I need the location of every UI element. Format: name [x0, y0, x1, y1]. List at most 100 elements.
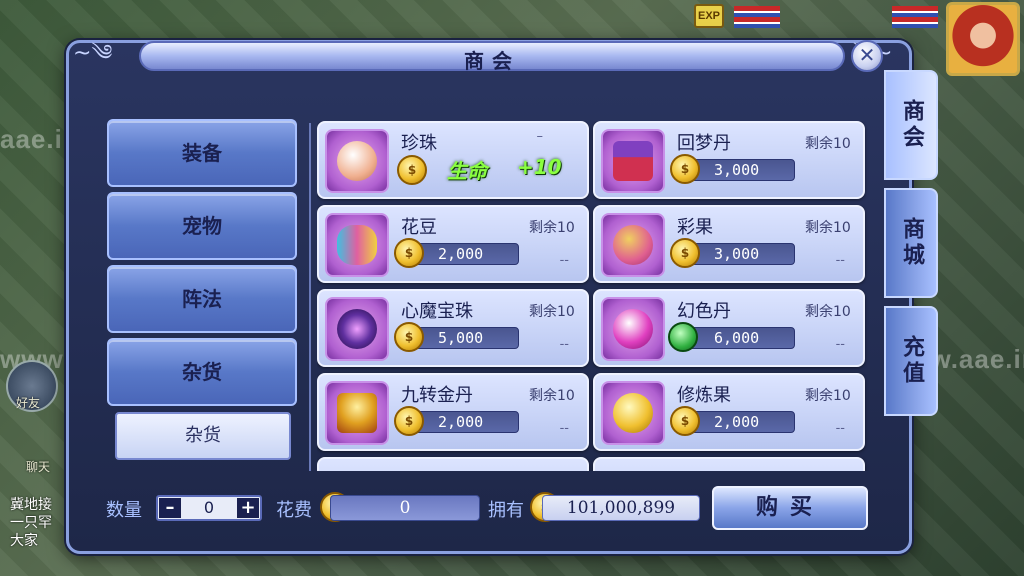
price-bar: $ 2,000	[670, 406, 795, 436]
chat-line: 冀地接	[10, 497, 52, 513]
fruit-icon	[601, 213, 665, 277]
coin-icon: $	[394, 238, 424, 268]
category-formation[interactable]: 阵法	[107, 265, 297, 333]
owned-display: 101,000,899	[542, 495, 700, 521]
item-price: 2,000	[714, 413, 760, 431]
category-equipment[interactable]: 装备	[107, 119, 297, 187]
item-card[interactable]: 心魔宝珠 剩余10 -- $ 5,000	[317, 289, 589, 367]
close-button[interactable]: ✕	[851, 40, 883, 72]
item-remain: 剩余10	[529, 220, 575, 236]
item-card[interactable]: 珍珠 – $ 生命 +10	[317, 121, 589, 199]
divider	[309, 123, 311, 471]
category-pet[interactable]: 宠物	[107, 192, 297, 260]
pink-orb-icon	[601, 297, 665, 361]
panel-title: 商会	[464, 49, 520, 73]
item-dash: --	[835, 421, 845, 436]
coin-icon: $	[670, 154, 700, 184]
buff-label: 生命	[447, 159, 487, 183]
item-remain: 剩余10	[529, 304, 575, 320]
quantity-minus-button[interactable]: –	[159, 498, 181, 518]
item-card[interactable]: 彩果 剩余10 -- $ 3,000	[593, 205, 865, 283]
cost-label: 花费	[276, 500, 312, 521]
coin-icon: $	[394, 322, 424, 352]
item-name: 幻色丹	[677, 301, 731, 322]
quantity-stepper: – 0 +	[156, 495, 262, 521]
pearl-icon	[325, 129, 389, 193]
coin-icon: $	[397, 155, 427, 185]
chat-line: 大家	[10, 533, 38, 549]
subcategory-misc[interactable]: 杂货	[115, 412, 291, 460]
item-price: 2,000	[438, 245, 484, 263]
item-name: 彩果	[677, 217, 713, 238]
item-dash: --	[559, 337, 569, 352]
price-bar: $ 3,000	[670, 154, 795, 184]
item-grid: 珍珠 – $ 生命 +10 回梦丹 剩余10 $ 3,000 花豆 剩余10 -…	[317, 121, 869, 471]
item-remain: 剩余10	[805, 388, 851, 404]
bean-icon	[325, 213, 389, 277]
item-card[interactable]: 回梦丹 剩余10 $ 3,000	[593, 121, 865, 199]
swirl-ornament-icon: ~༄	[73, 41, 113, 66]
tab-chamber-of-commerce[interactable]: 商会	[884, 70, 938, 180]
golden-pill-icon	[325, 381, 389, 445]
item-price: 3,000	[714, 161, 760, 179]
chat-panel[interactable]: 冀地接 一只罕 大家	[0, 470, 64, 576]
item-price: 2,000	[438, 413, 484, 431]
item-dash: --	[559, 421, 569, 436]
friend-label: 好友	[16, 396, 41, 410]
item-remain: 剩余10	[529, 388, 575, 404]
status-flag-icon	[892, 6, 938, 28]
tab-mall[interactable]: 商城	[884, 188, 938, 298]
player-avatar[interactable]	[946, 2, 1020, 76]
tab-recharge[interactable]: 充值	[884, 306, 938, 416]
quantity-label: 数量	[106, 500, 142, 521]
owned-label: 拥有	[488, 500, 524, 521]
jade-currency-icon	[668, 322, 698, 352]
cost-display: 0	[330, 495, 480, 521]
price-bar: $ 2,000	[394, 238, 519, 268]
quantity-plus-button[interactable]: +	[237, 498, 259, 518]
category-list: 装备 宠物 阵法 杂货 杂货	[107, 119, 297, 460]
item-remain: –	[536, 129, 544, 144]
item-name: 回梦丹	[677, 133, 731, 154]
item-dash: --	[835, 253, 845, 268]
owned-value: 101,000,899	[566, 498, 676, 518]
item-price: 6,000	[714, 329, 760, 347]
item-remain: 剩余10	[805, 220, 851, 236]
dark-orb-icon	[325, 297, 389, 361]
coin-icon: $	[670, 238, 700, 268]
exp-icon: EXP	[694, 4, 724, 28]
buy-button[interactable]: 购买	[712, 486, 868, 530]
price-bar: $ 3,000	[670, 238, 795, 268]
item-name: 心魔宝珠	[401, 301, 473, 322]
item-remain: 剩余10	[805, 304, 851, 320]
item-dash: --	[559, 253, 569, 268]
item-name: 花豆	[401, 217, 437, 238]
item-price: 5,000	[438, 329, 484, 347]
item-card[interactable]: 九转金丹 剩余10 -- $ 2,000	[317, 373, 589, 451]
cost-value: 0	[399, 498, 411, 518]
item-card[interactable]: 花豆 剩余10 -- $ 2,000	[317, 205, 589, 283]
price-bar: $ 2,000	[394, 406, 519, 436]
item-remain: 剩余10	[805, 136, 851, 152]
buff-value: +10	[517, 155, 562, 179]
item-price: 3,000	[714, 245, 760, 263]
item-name: 修炼果	[677, 385, 731, 406]
item-card[interactable]	[317, 457, 589, 471]
item-card[interactable]	[593, 457, 865, 471]
item-name: 珍珠	[401, 133, 437, 154]
item-name: 九转金丹	[401, 385, 473, 406]
coin-icon: $	[670, 406, 700, 436]
price-bar: 6,000	[668, 322, 795, 352]
coin-icon: $	[394, 406, 424, 436]
treasure-box-icon	[601, 129, 665, 193]
item-card[interactable]: 幻色丹 剩余10 -- 6,000	[593, 289, 865, 367]
title-bar: 商会	[139, 41, 845, 73]
price-bar: $ 5,000	[394, 322, 519, 352]
category-misc[interactable]: 杂货	[107, 338, 297, 406]
item-dash: --	[835, 337, 845, 352]
shop-panel: 商会 ~༄ ༄~ 装备 宠物 阵法 杂货 杂货 珍珠 – $ 生命 +10 回梦…	[66, 40, 912, 554]
item-card[interactable]: 修炼果 剩余10 -- $ 2,000	[593, 373, 865, 451]
quantity-value[interactable]: 0	[182, 498, 236, 517]
status-flag-icon	[734, 6, 780, 28]
gold-orb-icon	[601, 381, 665, 445]
